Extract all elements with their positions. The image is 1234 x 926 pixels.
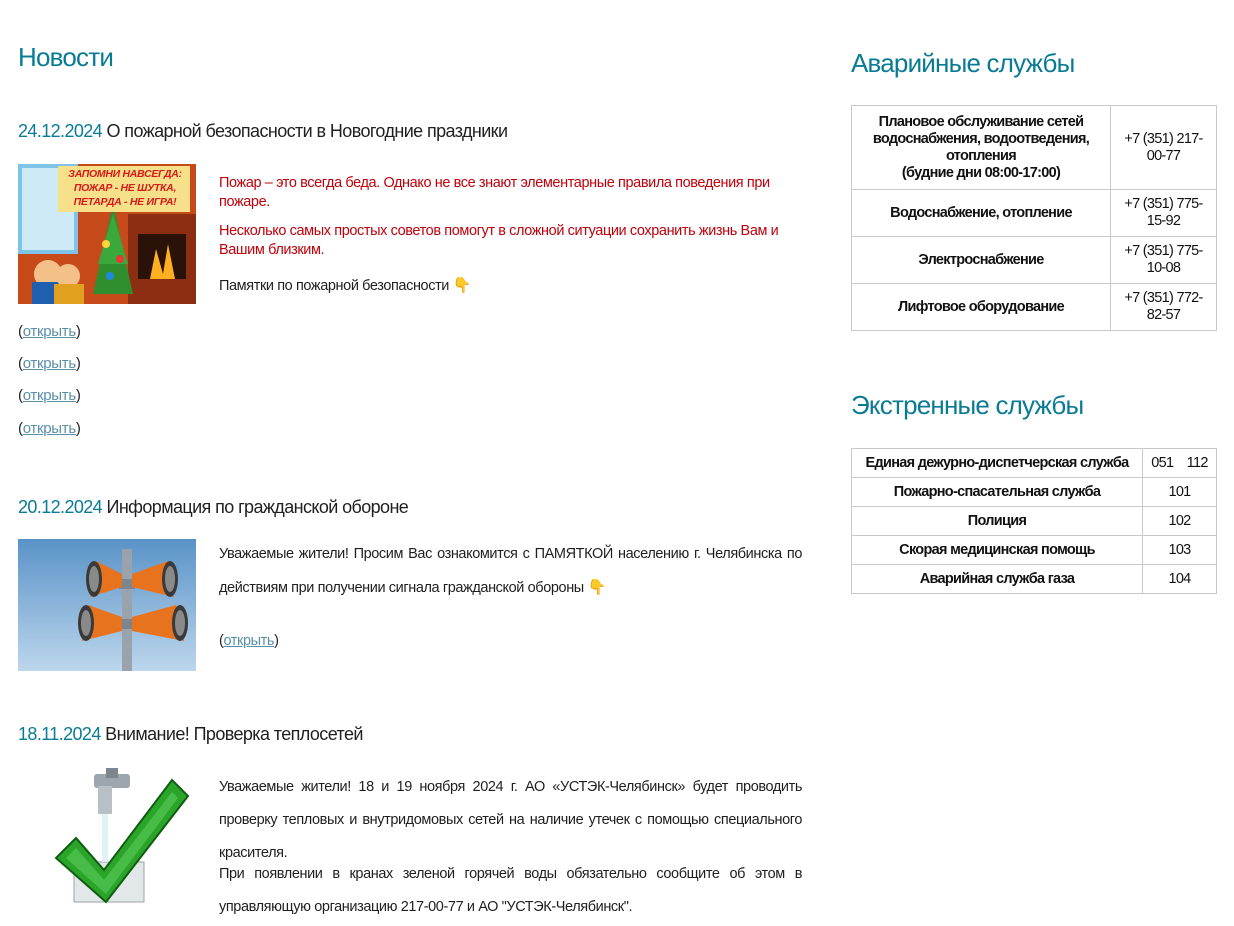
table-row: Плановое обслуживание сетей водоснабжени… [851,105,1217,190]
extra-services-table: Единая дежурно-диспетчерская служба 051 … [851,448,1217,594]
table-row: Единая дежурно-диспетчерская служба 051 … [851,448,1217,478]
news-item-2-paragraph-1: Уважаемые жители! Просим Вас ознакомится… [219,538,802,605]
table-row: Пожарно-спасательная служба 101 [851,477,1217,507]
pointing-down-icon: 👇 [452,277,472,294]
news-item-1-paragraph-3: Памятки по пожарной безопасности 👇 [219,276,803,296]
siren-loudspeakers-illustration [18,539,196,671]
open-link-row-3: (открыть) [18,387,81,404]
fire-safety-image-caption: ЗАПОМНИ НАВСЕГДА: ПОЖАР - НЕ ШУТКА, ПЕТА… [68,168,182,208]
open-link-4[interactable]: открыть [23,420,76,437]
civil-defense-text: Уважаемые жители! Просим Вас ознакомится… [219,546,802,596]
news-item-1-paragraph-1: Пожар – это всегда беда. Однако не все з… [219,175,770,210]
news-item-1-header[interactable]: 24.12.2024 О пожарной безопасности в Нов… [18,121,509,142]
table-row: Полиция 102 [851,506,1217,536]
service-name: Пожарно-спасательная служба [851,477,1143,507]
service-phone[interactable]: 051 112 [1142,448,1217,478]
news-item-3-header[interactable]: 18.11.2024 Внимание! Проверка теплосетей [18,724,363,745]
service-phone[interactable]: 103 [1142,535,1217,565]
service-name: Аварийная служба газа [851,564,1143,594]
news-date: 18.11.2024 [18,724,101,744]
service-name: Водоснабжение, отопление [851,189,1111,237]
fire-memo-label: Памятки по пожарной безопасности [219,278,450,294]
news-date: 20.12.2024 [18,497,103,517]
news-title[interactable]: Информация по гражданской обороне [107,497,409,517]
open-link-1[interactable]: открыть [23,323,76,340]
news-date: 24.12.2024 [18,121,103,141]
open-link-2[interactable]: открыть [23,355,76,372]
service-phone[interactable]: +7 (351) 772-82-57 [1110,283,1217,331]
news-section-title: Новости [18,42,114,72]
extra-services-title: Экстренные службы [851,390,1084,420]
open-link-3[interactable]: открыть [23,387,76,404]
service-phone[interactable]: +7 (351) 775-10-08 [1110,236,1217,284]
fire-safety-image[interactable]: ЗАПОМНИ НАВСЕГДА: ПОЖАР - НЕ ШУТКА, ПЕТА… [18,164,196,304]
service-phone[interactable]: +7 (351) 217-00-77 [1110,105,1217,190]
service-phone[interactable]: 101 [1142,477,1217,507]
news-item-3-paragraph-2: При появлении в кранах зеленой горячей в… [219,866,802,915]
table-row: Аварийная служба газа 104 [851,564,1217,594]
open-link-row-1: (открыть) [18,323,81,340]
open-link-row-2: (открыть) [18,355,81,372]
news-item-1-paragraph-2: Несколько самых простых советов помогут … [219,223,779,258]
service-name: Плановое обслуживание сетей водоснабжени… [851,105,1111,190]
table-row: Скорая медицинская помощь 103 [851,535,1217,565]
service-phone[interactable]: 104 [1142,564,1217,594]
open-link-row-4: (открыть) [18,420,81,437]
service-phone[interactable]: +7 (351) 775-15-92 [1110,189,1217,237]
table-row: Водоснабжение, отопление +7 (351) 775-15… [851,189,1217,237]
service-name: Полиция [851,506,1143,536]
service-name: Единая дежурно-диспетчерская служба [851,448,1143,478]
tap-checkmark-illustration [54,768,189,904]
news-item-2-header[interactable]: 20.12.2024 Информация по гражданской обо… [18,497,409,518]
news-item-3-paragraph-1: Уважаемые жители! 18 и 19 ноября 2024 г.… [219,779,802,861]
table-row: Электроснабжение +7 (351) 775-10-08 [851,236,1217,284]
emergency-services-title: Аварийные службы [851,48,1075,78]
water-check-image[interactable] [54,766,189,906]
open-link-row-5: (открыть) [219,633,279,649]
service-phone[interactable]: 102 [1142,506,1217,536]
service-name: Лифтовое оборудование [851,283,1111,331]
news-title[interactable]: О пожарной безопасности в Новогодние пра… [107,121,509,141]
open-link-5[interactable]: открыть [223,633,274,649]
table-row: Лифтовое оборудование +7 (351) 772-82-57 [851,283,1217,331]
civil-defense-image[interactable] [18,539,196,671]
service-name: Скорая медицинская помощь [851,535,1143,565]
pointing-down-icon: 👇 [587,579,606,596]
service-name: Электроснабжение [851,236,1111,284]
emergency-services-table: Плановое обслуживание сетей водоснабжени… [851,105,1217,331]
news-title[interactable]: Внимание! Проверка теплосетей [105,724,363,744]
